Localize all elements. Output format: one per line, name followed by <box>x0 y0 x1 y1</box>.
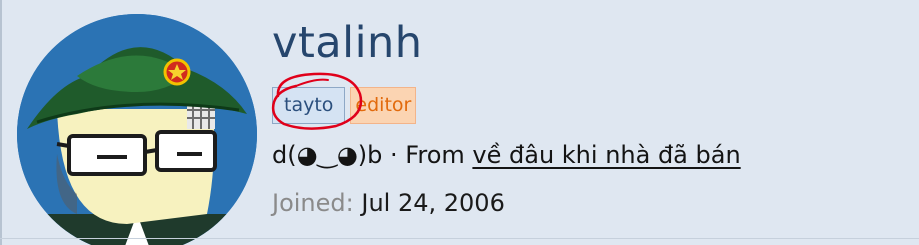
badge-tayto[interactable]: tayto <box>272 87 346 124</box>
from-label: From <box>405 141 465 169</box>
joined-info: Joined: Jul 24, 2006 <box>272 189 505 217</box>
user-avatar[interactable] <box>17 14 257 245</box>
bottom-divider <box>0 238 919 239</box>
user-tagline: d(◕‿◕)b · From về đâu khi nhà đã bán <box>272 141 741 169</box>
left-edge-border <box>0 0 2 245</box>
badge-editor[interactable]: editor <box>350 87 417 124</box>
joined-label: Joined: <box>272 189 354 217</box>
separator-dot: · <box>390 141 398 169</box>
status-text: d(◕‿◕)b <box>272 141 383 169</box>
location-link[interactable]: về đâu khi nhà đã bán <box>472 141 740 169</box>
joined-date: Jul 24, 2006 <box>361 189 505 217</box>
avatar-soldier-illustration <box>17 14 257 245</box>
user-badges: tayto editor <box>272 87 417 124</box>
username-heading[interactable]: vtalinh <box>272 18 423 68</box>
profile-info: vtalinh tayto editor d(◕‿◕)b · From về đ… <box>271 0 912 245</box>
